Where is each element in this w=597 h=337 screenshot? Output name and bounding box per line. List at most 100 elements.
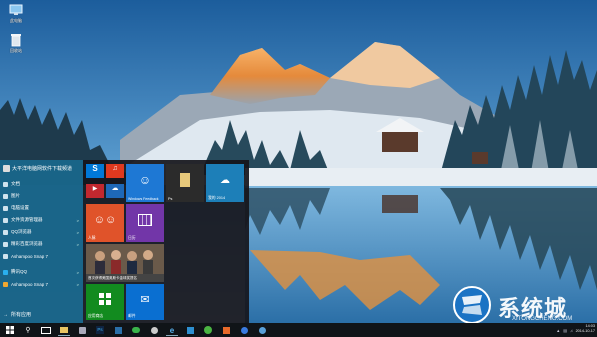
- pictures-icon: [3, 193, 8, 199]
- tile-windows-feedback[interactable]: ☺ Windows Feedback: [126, 164, 164, 202]
- taskbar-file-explorer[interactable]: [58, 325, 70, 336]
- folder-icon: [180, 173, 190, 187]
- tile-folder[interactable]: Ps: [166, 164, 204, 202]
- start-item-documents[interactable]: 文档: [3, 178, 83, 190]
- tile-store[interactable]: 应用商店: [86, 284, 124, 320]
- wechat-icon: [132, 327, 140, 333]
- start-item-pictures[interactable]: 图片: [3, 190, 83, 202]
- clock-date: 2014-10-17: [575, 329, 595, 333]
- desktop: 此电脑 回收站 大平洋电脑网软件下载频道 文档 图片 电脑设置 文件资源管理器 …: [0, 0, 597, 337]
- avatar: [3, 165, 10, 172]
- browser-icon: [3, 229, 8, 235]
- start-item-label: 图片: [11, 193, 20, 198]
- start-item-label: 腾讯QQ: [11, 269, 28, 274]
- tile-label: Windows Feedback: [128, 197, 159, 201]
- windows-start-icon: [6, 326, 14, 334]
- chevron-right-icon: >: [76, 281, 79, 287]
- desktop-icon-computer[interactable]: 此电脑: [4, 2, 28, 26]
- calendar-icon: [138, 214, 152, 226]
- start-menu-recent: 腾讯QQ > Ashampoo Snap 7 >: [3, 266, 83, 290]
- start-item-file-explorer[interactable]: 文件资源管理器 >: [3, 214, 83, 226]
- video-icon: ▶: [92, 185, 98, 192]
- app-icon: [114, 326, 122, 334]
- news-photo: [86, 244, 164, 274]
- taskbar-app[interactable]: [148, 325, 160, 335]
- all-apps-button[interactable]: → 所有应用: [3, 311, 31, 319]
- tile-label: 应用商店: [88, 314, 104, 318]
- taskbar-utorrent[interactable]: [202, 325, 214, 335]
- tile-label: 首次获得美国奥斯卡金球奖提名: [88, 276, 137, 280]
- snap-icon: [3, 281, 8, 287]
- feedback-icon: ☺: [138, 173, 152, 187]
- start-item-ashampoo-snap-recent[interactable]: Ashampoo Snap 7 >: [3, 278, 83, 290]
- taskbar-app[interactable]: [112, 325, 124, 335]
- taskbar-internet-explorer[interactable]: e: [166, 325, 178, 336]
- tile-onedrive[interactable]: ☁: [106, 184, 124, 198]
- taskbar-store[interactable]: [184, 325, 196, 335]
- taskbar-app[interactable]: [76, 325, 88, 335]
- tile-video[interactable]: ▶: [86, 184, 104, 198]
- desktop-icon-label: 此电脑: [10, 18, 22, 23]
- chevron-right-icon: >: [76, 241, 79, 247]
- tile-label: 日历: [128, 236, 136, 240]
- taskbar-photoshop[interactable]: Ps: [94, 325, 106, 335]
- start-menu: 大平洋电脑网软件下载频道 文档 图片 电脑设置 文件资源管理器 > QQ浏览器 …: [0, 160, 249, 323]
- taskbar-app[interactable]: [256, 325, 268, 335]
- tile-label: Ps: [168, 197, 173, 201]
- start-item-ashampoo-snap[interactable]: Ashampoo Snap 7: [3, 250, 83, 262]
- taskbar-start-button[interactable]: [4, 325, 16, 335]
- watermark-globe-icon: [453, 286, 491, 324]
- tile-skype[interactable]: S: [86, 164, 104, 178]
- start-user-account[interactable]: 大平洋电脑网软件下载频道: [3, 164, 83, 173]
- ie-icon: e: [169, 325, 175, 335]
- qq-icon: [3, 269, 8, 275]
- mail-icon: ✉: [140, 293, 150, 306]
- start-menu-left-pane: 大平洋电脑网软件下载频道 文档 图片 电脑设置 文件资源管理器 > QQ浏览器 …: [0, 160, 83, 323]
- taskbar-wechat[interactable]: [130, 325, 142, 335]
- start-item-qq[interactable]: 腾讯QQ >: [3, 266, 83, 278]
- start-item-label: Ashampoo Snap 7: [11, 253, 49, 259]
- tile-my-2014[interactable]: ☁ 我的 2014: [206, 164, 244, 202]
- onedrive-icon: ☁: [111, 185, 119, 192]
- chevron-right-icon: >: [76, 217, 79, 223]
- headphones-icon: ♫: [112, 164, 118, 172]
- file-explorer-icon: [60, 327, 68, 333]
- network-icon[interactable]: ▤: [563, 328, 567, 333]
- arrow-right-icon: →: [3, 311, 8, 318]
- people-icon: ☺☺: [93, 214, 117, 226]
- tray-expand-icon[interactable]: ▲: [556, 328, 560, 333]
- taskbar-app[interactable]: [220, 325, 232, 335]
- taskbar-search-button[interactable]: ⚲: [22, 325, 34, 335]
- start-item-baidu-browser[interactable]: 精彩百度浏览器 >: [3, 238, 83, 250]
- settings-icon: [3, 205, 8, 211]
- taskbar-clock[interactable]: 14:03 2014-10-17: [571, 324, 595, 334]
- snap-icon: [3, 253, 8, 259]
- tile-mail[interactable]: ✉ 邮件: [126, 284, 164, 320]
- start-item-label: Ashampoo Snap 7: [11, 281, 49, 287]
- user-name: 大平洋电脑网软件下载频道: [12, 166, 73, 172]
- search-icon: ⚲: [25, 327, 31, 334]
- tile-calendar[interactable]: 日历: [126, 204, 164, 242]
- desktop-icon-recycle-bin[interactable]: 回收站: [4, 32, 28, 56]
- store-icon: [99, 293, 111, 305]
- taskbar-task-view-button[interactable]: [40, 325, 52, 335]
- chevron-right-icon: >: [76, 269, 79, 275]
- taskbar-app[interactable]: [238, 325, 250, 335]
- tile-people[interactable]: ☺☺ 人脉: [86, 204, 124, 242]
- start-item-label: 精彩百度浏览器: [11, 241, 43, 246]
- start-menu-list: 文档 图片 电脑设置 文件资源管理器 > QQ浏览器 > 精彩百度浏览器 > A…: [3, 178, 83, 262]
- skype-icon: S: [92, 163, 98, 173]
- browser-icon: [3, 241, 8, 247]
- explorer-icon: [3, 217, 8, 223]
- tile-label: 我的 2014: [208, 196, 226, 200]
- start-item-qq-browser[interactable]: QQ浏览器 >: [3, 226, 83, 238]
- start-item-pc-settings[interactable]: 电脑设置: [3, 202, 83, 214]
- task-view-icon: [41, 326, 51, 334]
- tile-music[interactable]: ♫: [106, 164, 124, 178]
- chevron-right-icon: >: [76, 229, 79, 235]
- cloud-icon: ☁: [220, 174, 230, 186]
- tile-news[interactable]: 首次获得美国奥斯卡金球奖提名: [86, 244, 164, 282]
- recycle-bin-icon: [11, 34, 21, 47]
- app-icon: [258, 326, 266, 334]
- watermark-logo: 系统城 XITONGCHENG.COM: [452, 285, 594, 325]
